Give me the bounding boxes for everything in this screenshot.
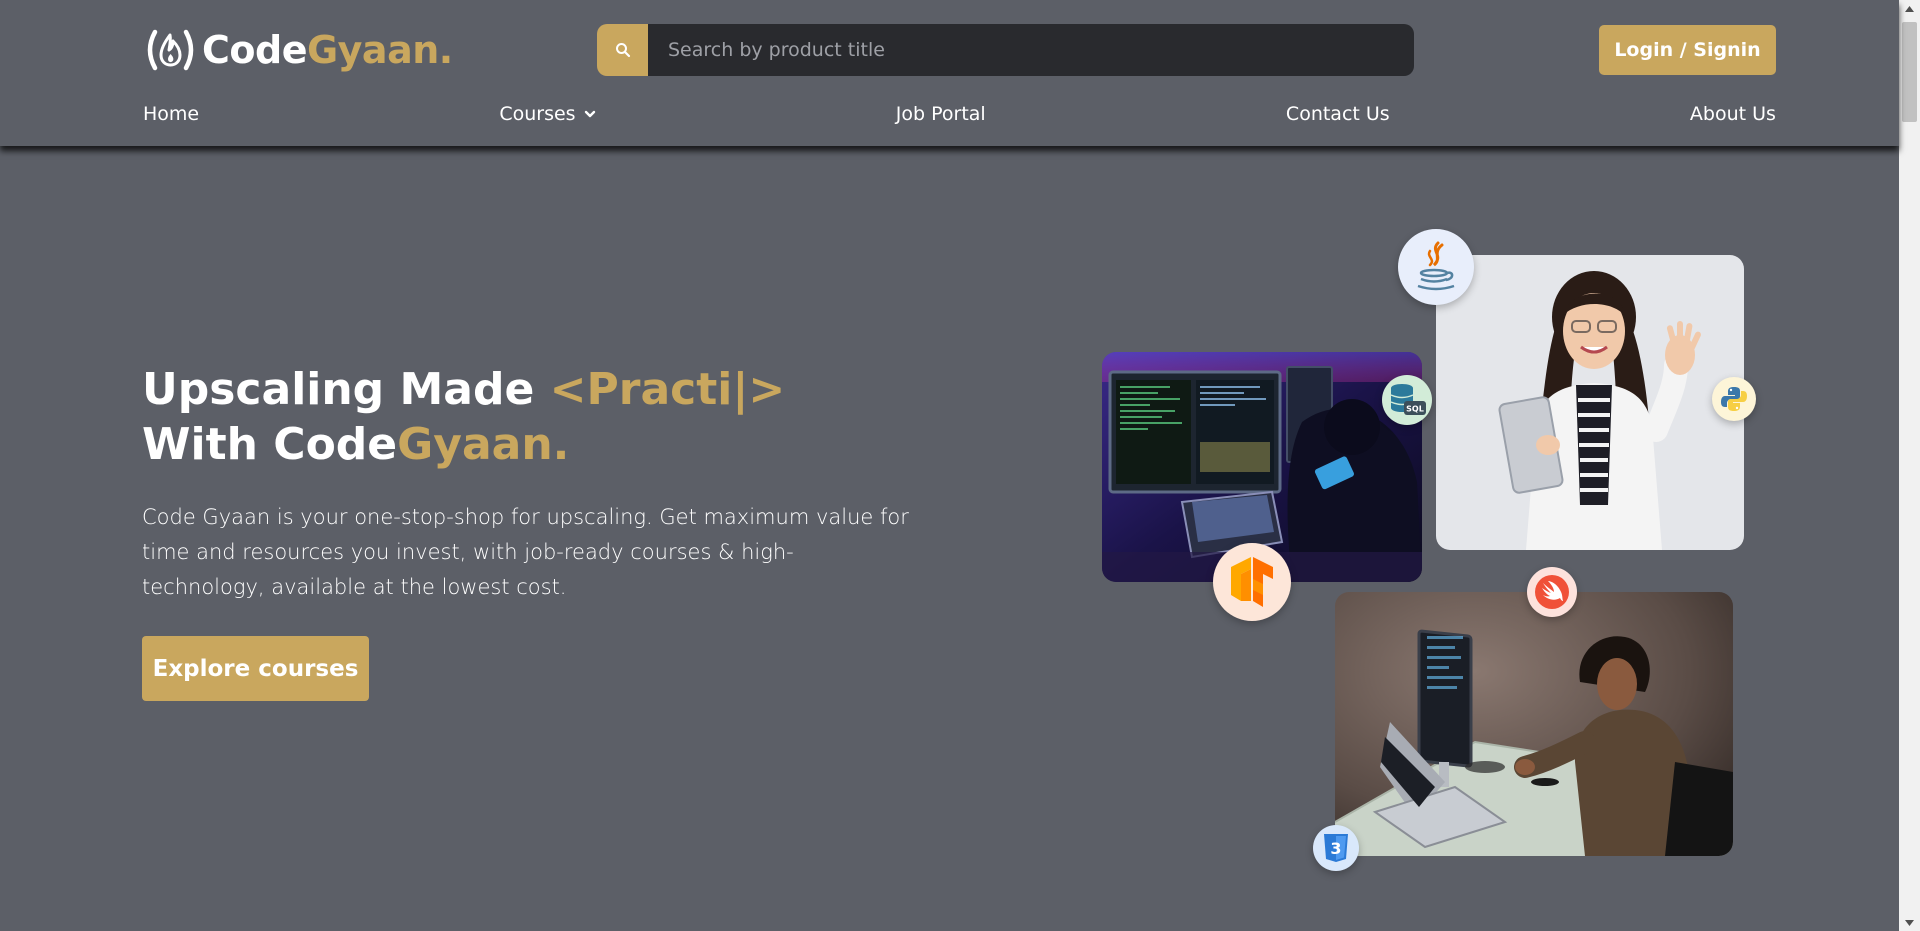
nav-item-contact-us[interactable]: Contact Us — [1286, 103, 1390, 125]
nav-item-label: Home — [143, 103, 200, 125]
nav-item-label: Courses — [499, 103, 576, 125]
search-input[interactable] — [648, 24, 1414, 76]
scroll-down-arrow-icon[interactable] — [1899, 914, 1920, 931]
brand-name-code: Code — [202, 28, 307, 72]
swift-icon — [1527, 567, 1577, 617]
hero-typed-word: <Practi|> — [549, 364, 786, 415]
python-icon — [1712, 377, 1756, 421]
scroll-up-arrow-icon[interactable] — [1899, 0, 1920, 17]
brand-name: CodeGyaan. — [202, 28, 453, 72]
login-signin-button[interactable]: Login / Signin — [1599, 25, 1776, 75]
woman-with-laptop-photo — [1436, 255, 1744, 550]
search-button[interactable] — [597, 24, 648, 76]
nav-item-about-us[interactable]: About Us — [1690, 103, 1776, 125]
developer-at-desk-photo — [1335, 592, 1733, 856]
brand-logo[interactable]: CodeGyaan. — [143, 26, 453, 74]
hero-title-line1: Upscaling Made — [142, 364, 550, 415]
nav-item-label: About Us — [1689, 103, 1776, 125]
scrollbar-thumb[interactable] — [1902, 22, 1917, 122]
page-scrollbar[interactable] — [1899, 0, 1920, 931]
nav-item-label: Contact Us — [1285, 103, 1390, 125]
nav-item-job-portal[interactable]: Job Portal — [896, 103, 986, 125]
css3-icon-label: 3 — [1330, 839, 1341, 858]
hero-title-line2-gyaan: Gyaan. — [397, 419, 570, 470]
site-header: CodeGyaan. Login / Signin Home Courses J… — [0, 0, 1899, 146]
hero-description: Code Gyaan is your one-stop-shop for ups… — [142, 505, 909, 599]
flame-logo-icon — [147, 29, 194, 71]
hero-title-line2-code: With Code — [142, 419, 398, 470]
nav-item-courses[interactable]: Courses — [499, 103, 595, 125]
hero-title: Upscaling Made <Practi|> With CodeGyaan. — [142, 362, 785, 472]
sql-database-icon: SQL — [1382, 375, 1432, 425]
page: CodeGyaan. Login / Signin Home Courses J… — [0, 0, 1920, 931]
java-icon — [1398, 229, 1474, 305]
sql-icon-label: SQL — [1406, 405, 1424, 414]
css3-icon: 3 — [1313, 825, 1359, 871]
explore-courses-button[interactable]: Explore courses — [142, 636, 369, 701]
search-icon — [615, 43, 630, 58]
nav-item-label: Job Portal — [895, 103, 986, 125]
chevron-down-icon — [584, 110, 595, 118]
nav-item-home[interactable]: Home — [143, 103, 199, 125]
main-nav: Home Courses Job Portal Contact Us About… — [143, 100, 1776, 128]
tensorflow-icon — [1213, 543, 1291, 621]
brand-name-gyaan: Gyaan. — [306, 28, 453, 72]
search-bar — [597, 24, 1414, 76]
